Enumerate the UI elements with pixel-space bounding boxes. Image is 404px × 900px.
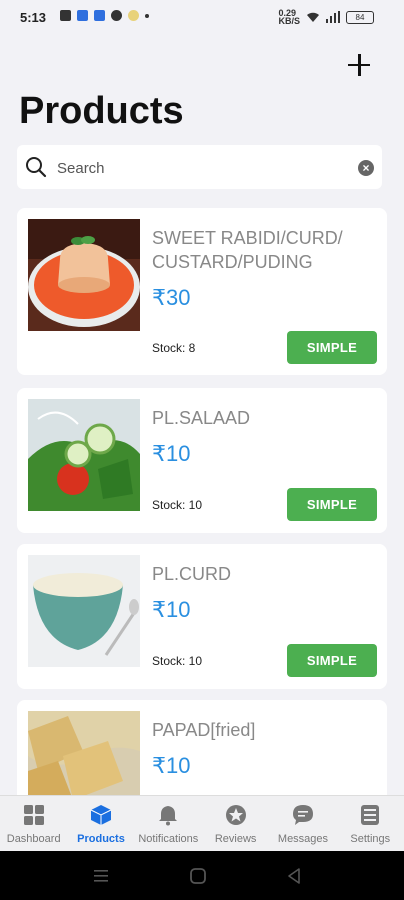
- more-notifications-dot-icon: [145, 13, 149, 18]
- product-card[interactable]: PAPAD[fried] ₹10: [17, 700, 387, 800]
- app-notification-icon: [111, 10, 122, 21]
- product-image-sweet-rabidi: [28, 219, 140, 331]
- product-card[interactable]: PL.SALAAD ₹10 Stock: 10 SIMPLE: [17, 388, 387, 533]
- bottom-navigation: Dashboard Products Notifications Reviews…: [0, 795, 404, 852]
- battery-icon: 84: [346, 10, 374, 24]
- page-title: Products: [19, 90, 184, 132]
- status-bar: 5:13 0.29 KB/S 84: [0, 0, 404, 36]
- app-notification-icon: [128, 10, 139, 21]
- product-type-button[interactable]: SIMPLE: [287, 488, 377, 521]
- cube-icon: [90, 805, 112, 825]
- back-icon[interactable]: [285, 867, 303, 885]
- product-name: PL.CURD: [152, 564, 232, 584]
- search-input[interactable]: [55, 155, 339, 181]
- nav-item-reviews[interactable]: Reviews: [202, 796, 269, 852]
- app-notification-icon: [77, 10, 88, 21]
- app-notification-icon: [60, 10, 71, 21]
- product-name: PL.SALAAD: [152, 408, 251, 428]
- nav-item-messages[interactable]: Messages: [269, 796, 336, 852]
- product-price: ₹10: [152, 597, 191, 622]
- nav-item-settings[interactable]: Settings: [337, 796, 404, 852]
- nav-label: Products: [77, 833, 125, 845]
- nav-label: Messages: [277, 833, 329, 845]
- search-icon: [26, 157, 47, 178]
- nav-item-dashboard[interactable]: Dashboard: [0, 796, 67, 852]
- search-bar[interactable]: ×: [17, 145, 382, 189]
- nav-label: Dashboard: [6, 833, 61, 845]
- product-card[interactable]: PL.CURD ₹10 Stock: 10 SIMPLE: [17, 544, 387, 689]
- nav-label: Notifications: [138, 833, 199, 845]
- status-notification-icons: [60, 10, 149, 21]
- nav-item-notifications[interactable]: Notifications: [135, 796, 202, 852]
- product-stock: Stock: 8: [152, 341, 196, 355]
- product-type-button[interactable]: SIMPLE: [287, 331, 377, 364]
- product-name: SWEET RABIDI/CURD/ CUSTARD/PUDING: [152, 228, 343, 272]
- chat-icon: [292, 805, 313, 825]
- clear-search-icon[interactable]: ×: [358, 160, 374, 176]
- product-price: ₹10: [152, 441, 191, 466]
- product-price: ₹10: [152, 753, 191, 778]
- app-notification-icon: [94, 10, 105, 21]
- product-image-papad: [28, 711, 140, 800]
- nav-label: Settings: [350, 833, 391, 845]
- status-time: 5:13: [20, 10, 47, 25]
- product-card[interactable]: SWEET RABIDI/CURD/ CUSTARD/PUDING ₹30 St…: [17, 208, 387, 375]
- system-navigation-bar: [0, 851, 404, 900]
- product-stock: Stock: 10: [152, 654, 203, 668]
- wifi-icon: [307, 12, 319, 22]
- nav-item-products[interactable]: Products: [67, 796, 134, 852]
- product-type-button[interactable]: SIMPLE: [287, 644, 377, 677]
- network-speed: 0.29 KB/S: [278, 8, 300, 26]
- status-system-icons: 0.29 KB/S 84: [278, 8, 374, 26]
- star-icon: [225, 805, 246, 825]
- product-image-salad: [28, 399, 140, 511]
- home-icon[interactable]: [189, 867, 207, 885]
- product-price: ₹30: [152, 285, 191, 310]
- grid-icon: [23, 805, 44, 825]
- bell-icon: [159, 806, 178, 826]
- product-image-curd: [28, 555, 140, 667]
- add-product-button[interactable]: [344, 50, 374, 80]
- signal-icon: [326, 11, 340, 23]
- list-icon: [361, 805, 380, 825]
- product-stock: Stock: 10: [152, 498, 203, 512]
- recent-apps-icon[interactable]: [92, 867, 110, 885]
- nav-label: Reviews: [214, 833, 257, 845]
- product-name: PAPAD[fried]: [152, 720, 256, 740]
